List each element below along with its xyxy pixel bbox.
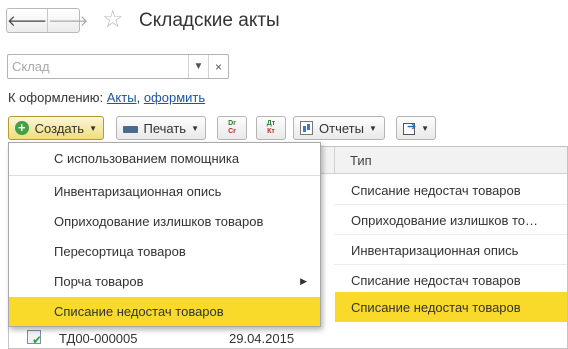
menu-item-writeoff[interactable]: Списание недостач товаров: [9, 297, 320, 326]
reports-button[interactable]: Отчеты ▼: [293, 116, 385, 140]
chevron-down-icon: ▼: [421, 123, 429, 133]
create-button[interactable]: + Создать ▼: [8, 116, 104, 140]
warehouse-input[interactable]: [8, 55, 188, 78]
cell-type: Инвентаризационная опись: [351, 243, 519, 258]
to-process-line: К оформлению: Акты, оформить: [8, 90, 205, 105]
menu-item-inventory[interactable]: Инвентаризационная опись: [9, 177, 320, 206]
dt-kt-button[interactable]: Дт Кт: [256, 116, 286, 140]
menu-separator: [9, 175, 320, 176]
selected-cell: Списание недостач товаров: [335, 292, 567, 322]
back-button[interactable]: 🡐: [7, 9, 47, 32]
printer-icon: [123, 121, 139, 136]
export-icon: [403, 120, 416, 135]
menu-item-assistant[interactable]: С использованием помощника: [9, 144, 320, 173]
dt-kt-icon: Дт Кт: [266, 120, 276, 135]
menu-item-regrading[interactable]: Пересортица товаров: [9, 237, 320, 266]
star-icon[interactable]: ☆: [102, 8, 124, 32]
reports-button-label: Отчеты: [319, 120, 364, 136]
print-button-label: Печать: [143, 120, 187, 136]
arrow-left-icon: 🡐: [7, 13, 48, 30]
acts-link[interactable]: Акты: [107, 90, 137, 105]
forward-button[interactable]: 🡒: [47, 9, 88, 32]
column-header-type[interactable]: Тип: [350, 153, 372, 168]
cell-type: Списание недостач товаров: [351, 183, 521, 198]
plus-icon: +: [15, 121, 29, 135]
cell-type: Списание недостач товаров: [351, 300, 521, 315]
warehouse-dropdown-button[interactable]: ▼: [188, 55, 208, 78]
menu-item-label: Порча товаров: [54, 274, 144, 289]
cell-type: Списание недостач товаров: [351, 273, 521, 288]
chevron-down-icon: ▼: [193, 61, 204, 72]
navigation-buttons: 🡐 🡒: [6, 8, 88, 33]
menu-item-spoilage[interactable]: Порча товаров ▶: [9, 267, 320, 296]
chevron-down-icon: ▼: [89, 123, 97, 133]
warehouse-field: ▼ ×: [7, 54, 229, 79]
chevron-down-icon: ▼: [368, 123, 377, 133]
close-icon: ×: [214, 59, 222, 74]
chevron-right-icon: ▶: [300, 276, 307, 286]
more-actions-button[interactable]: ▼: [396, 116, 436, 140]
column-divider: [334, 147, 335, 174]
link-separator: ,: [136, 90, 141, 105]
chevron-down-icon: ▼: [191, 123, 199, 133]
arrow-right-icon: 🡒: [48, 13, 89, 30]
create-button-label: Создать: [34, 120, 85, 136]
dr-cr-icon: Dr Cr: [228, 120, 236, 135]
dr-cr-button[interactable]: Dr Cr: [217, 116, 247, 140]
page-title: Складские акты: [139, 10, 280, 31]
posted-document-icon: [27, 330, 42, 347]
menu-item-surplus[interactable]: Оприходование излишков товаров: [9, 207, 320, 236]
to-process-label: К оформлению:: [8, 90, 104, 105]
cell-date: 29.04.2015: [229, 331, 295, 346]
warehouse-clear-button[interactable]: ×: [208, 55, 228, 78]
process-link[interactable]: оформить: [144, 90, 205, 105]
print-button[interactable]: Печать ▼: [116, 116, 206, 140]
cell-number: ТД00-000005: [59, 331, 138, 346]
report-icon: [300, 121, 313, 135]
cell-type: Оприходование излишков товаров: [351, 213, 541, 228]
create-dropdown-menu: С использованием помощника Инвентаризаци…: [8, 142, 321, 327]
